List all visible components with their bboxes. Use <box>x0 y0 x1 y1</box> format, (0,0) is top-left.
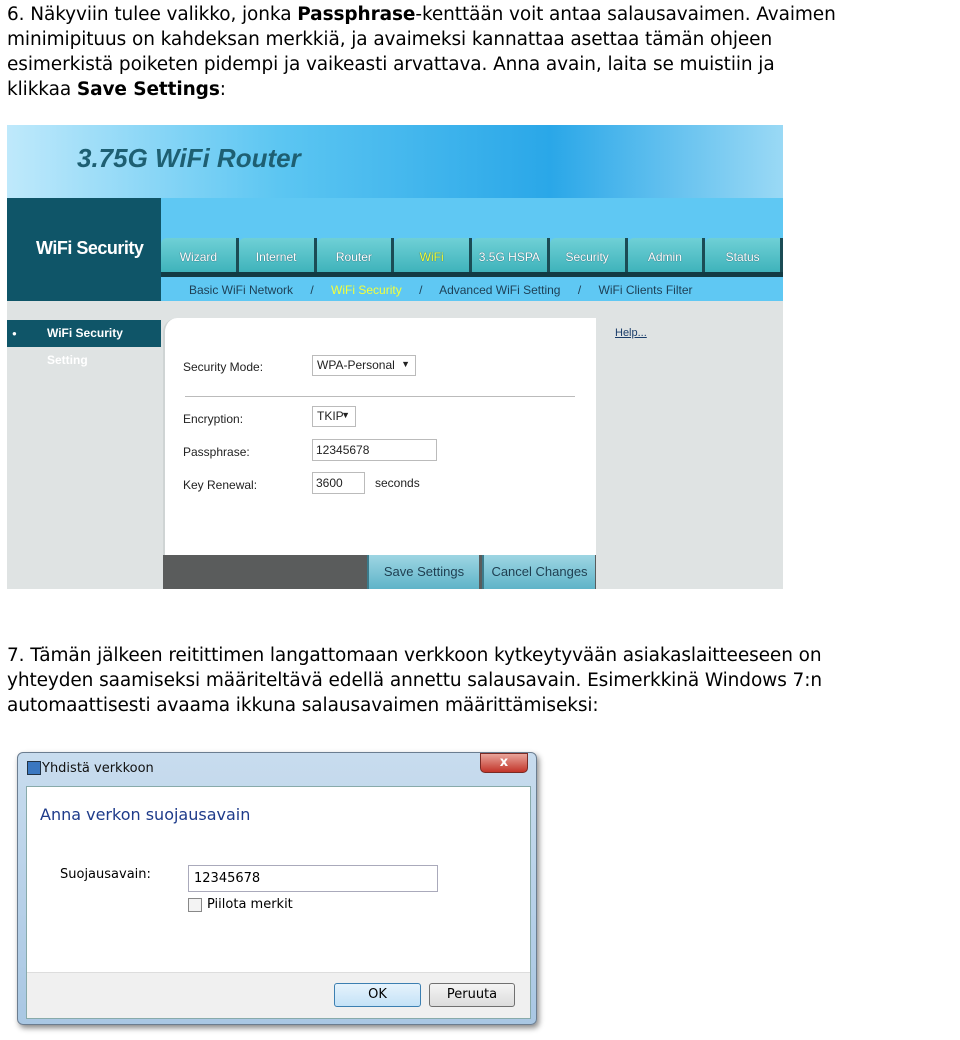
tab-security[interactable]: Security <box>549 238 628 272</box>
help-link[interactable]: Help... <box>615 327 647 339</box>
tab-hspa[interactable]: 3.5G HSPA <box>472 238 550 272</box>
hide-characters-label: Piilota merkit <box>207 897 293 912</box>
security-mode-select[interactable]: WPA-Personal ▼ <box>312 355 416 376</box>
router-banner: 3.75G WiFi Router <box>7 125 783 198</box>
dialog-title: Yhdistä verkkoon <box>42 761 154 776</box>
text-line: 6. Näkyviin tulee valikko, jonka Passphr… <box>7 4 836 25</box>
dropdown-arrow-icon: ▼ <box>401 359 410 369</box>
key-renewal-input[interactable]: 3600 <box>312 472 365 494</box>
step6-paragraph: 6. Näkyviin tulee valikko, jonka Passphr… <box>7 2 836 102</box>
dropdown-arrow-icon: ▼ <box>341 410 350 420</box>
tab-status[interactable]: Status <box>705 238 783 272</box>
main-tabs: Wizard Internet Router WiFi 3.5G HSPA Se… <box>161 238 783 272</box>
sub-navigation: Basic WiFi Network / WiFi Security / Adv… <box>189 283 707 297</box>
subnav-separator: / <box>577 283 582 297</box>
text-line: yhteyden saamiseksi määriteltävä edellä … <box>7 670 822 691</box>
sidebar-item-wifi-security-setting[interactable]: ● WiFi Security Setting <box>7 320 161 367</box>
text-line: 7. Tämän jälkeen reitittimen langattomaa… <box>7 645 822 666</box>
subnav-clients-filter[interactable]: WiFi Clients Filter <box>599 283 693 297</box>
tab-router[interactable]: Router <box>316 238 395 272</box>
encryption-label: Encryption: <box>183 412 244 426</box>
subnav-separator: / <box>419 283 423 297</box>
security-key-input[interactable]: 12345678 <box>188 865 438 892</box>
text-line: klikkaa Save Settings: <box>7 79 226 100</box>
text-line: automaattisesti avaama ikkuna salausavai… <box>7 695 599 716</box>
settings-form: Security Mode: WPA-Personal ▼ Encryption:… <box>163 318 596 555</box>
dialog-heading: Anna verkon suojausavain <box>40 805 251 824</box>
subnav-wifi-security[interactable]: WiFi Security <box>331 283 402 297</box>
dialog-button-bar: OK Peruuta <box>27 972 530 1018</box>
subnav-basic-wifi[interactable]: Basic WiFi Network <box>189 283 293 297</box>
tab-wifi[interactable]: WiFi <box>394 238 472 272</box>
security-mode-label: Security Mode: <box>183 360 264 374</box>
tab-divider <box>161 272 783 277</box>
security-key-label: Suojausavain: <box>60 867 151 882</box>
close-button[interactable]: x <box>480 753 528 773</box>
save-settings-button[interactable]: Save Settings <box>367 555 479 589</box>
connect-network-dialog: Yhdistä verkkoon x Anna verkon suojausav… <box>17 752 537 1025</box>
subnav-separator: / <box>310 283 314 297</box>
hide-characters-checkbox[interactable] <box>188 898 202 912</box>
cancel-changes-button[interactable]: Cancel Changes <box>482 555 595 589</box>
encryption-select[interactable]: TKIP ▼ <box>312 406 356 427</box>
passphrase-label: Passphrase: <box>183 445 250 459</box>
tab-admin[interactable]: Admin <box>627 238 706 272</box>
bullet-icon: ● <box>12 329 17 338</box>
tab-internet[interactable]: Internet <box>238 238 317 272</box>
tab-wizard[interactable]: Wizard <box>161 238 239 272</box>
step7-paragraph: 7. Tämän jälkeen reitittimen langattomaa… <box>7 643 822 718</box>
text-line: esimerkistä poiketen pidempi ja vaikeast… <box>7 54 775 75</box>
router-screenshot: 3.75G WiFi Router WiFi Security Wizard I… <box>7 125 783 589</box>
cancel-button[interactable]: Peruuta <box>429 983 515 1007</box>
divider <box>185 396 575 397</box>
section-title: WiFi Security <box>7 198 161 301</box>
subnav-advanced-wifi[interactable]: Advanced WiFi Setting <box>439 283 560 297</box>
ok-button[interactable]: OK <box>334 983 421 1007</box>
key-renewal-label: Key Renewal: <box>183 478 258 492</box>
passphrase-input[interactable]: 12345678 <box>312 439 437 461</box>
dialog-body: Anna verkon suojausavain Suojausavain: 1… <box>26 786 531 1019</box>
router-title: 3.75G WiFi Router <box>77 143 301 173</box>
text-line: minimipituus on kahdeksan merkkiä, ja av… <box>7 29 773 50</box>
network-icon <box>27 761 41 775</box>
seconds-label: seconds <box>375 476 420 490</box>
